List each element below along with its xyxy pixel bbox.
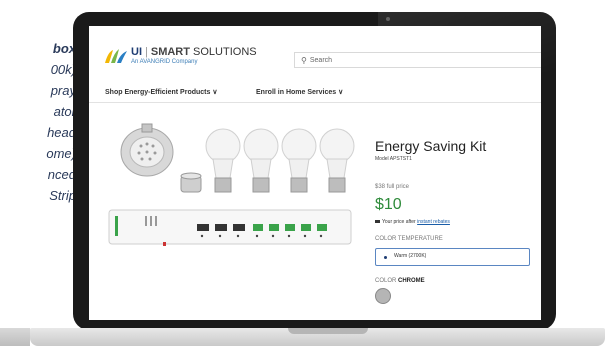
brand-name: UI | SMART SOLUTIONS	[131, 46, 257, 58]
laptop-base	[30, 328, 605, 346]
search-placeholder: Search	[309, 56, 333, 64]
faucet-aerator-icon	[180, 172, 202, 193]
caption-line: ator	[53, 104, 76, 119]
color-label-text: COLOR	[375, 278, 397, 284]
option-label: Warm (2700K)	[394, 253, 427, 259]
led-bulb-icon	[243, 128, 279, 193]
caption-line: 00k)	[50, 62, 76, 77]
brand-logo-icon[interactable]	[103, 48, 129, 64]
nav-enroll-home-services[interactable]: Enroll in Home Services ∨	[256, 88, 343, 96]
site-header: UI | SMART SOLUTIONS An AVANGRID Company ⚲…	[89, 26, 541, 82]
laptop-screen: UI | SMART SOLUTIONS An AVANGRID Company ⚲…	[89, 26, 541, 320]
sale-price: $10	[375, 196, 402, 213]
nav-shop-products[interactable]: Shop Energy-Efficient Products ∨	[105, 88, 217, 96]
brand-smart: SMART	[150, 46, 190, 58]
camera-icon	[386, 17, 390, 21]
price-after-rebates: Your price after instant rebates	[375, 219, 450, 225]
showerhead-icon	[120, 123, 174, 177]
after-text: Your price after	[382, 219, 416, 225]
brand-solutions: SOLUTIONS	[193, 46, 257, 58]
caption-line: nced	[47, 167, 76, 182]
base-edge	[0, 328, 30, 346]
led-bulb-icon	[319, 128, 355, 193]
tag-icon	[375, 220, 380, 223]
search-input[interactable]: ⚲ Search	[294, 52, 541, 68]
full-price: $38 full price	[375, 184, 410, 190]
color-label: COLOR CHROME	[375, 278, 425, 284]
led-bulb-icon	[205, 128, 241, 193]
power-strip-icon	[108, 209, 352, 246]
product-model: Model APSTST1	[375, 156, 412, 162]
caption-line: pray	[50, 83, 76, 98]
brand-ui: UI	[131, 46, 142, 58]
led-bulb-icon	[281, 128, 317, 193]
brand-subtitle: An AVANGRID Company	[131, 59, 198, 65]
color-value: CHROME	[398, 278, 425, 284]
base-notch	[288, 328, 368, 334]
product-image[interactable]	[105, 106, 355, 256]
search-icon: ⚲	[301, 55, 307, 65]
color-temperature-label: COLOR TEMPERATURE	[375, 236, 443, 242]
instant-rebates-link[interactable]: instant rebates	[417, 219, 450, 225]
product-title: Energy Saving Kit	[375, 138, 487, 154]
main-nav: Shop Energy-Efficient Products ∨ Enroll …	[89, 84, 541, 103]
brand-divider: |	[145, 46, 148, 58]
caption-line: head	[47, 125, 76, 140]
caption-line: ome)	[46, 146, 76, 161]
side-caption: box 00k) pray ator head ome) nced Strip	[0, 38, 76, 206]
selected-dot-icon	[384, 256, 387, 259]
chrome-color-swatch[interactable]	[375, 288, 391, 304]
caption-line: box	[52, 41, 76, 56]
color-temperature-option[interactable]: Warm (2700K)	[375, 248, 530, 266]
caption-line: Strip	[49, 188, 76, 203]
